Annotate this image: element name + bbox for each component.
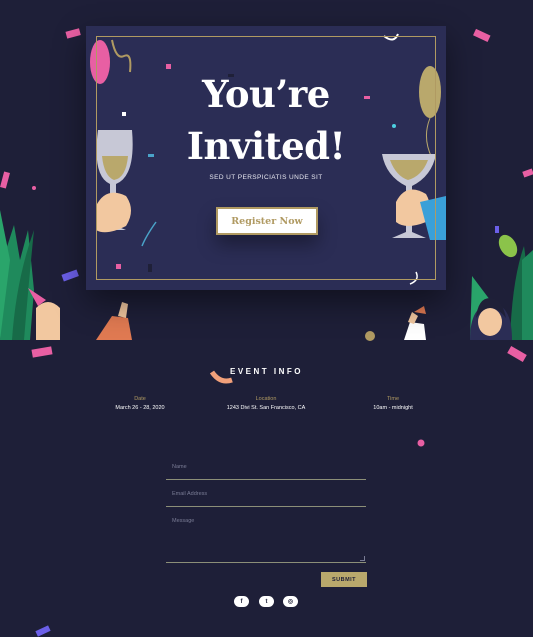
resize-grip-icon[interactable] <box>360 556 365 561</box>
hero-card: You’re Invited! SED UT PERSPICIATIS UNDE… <box>86 26 446 290</box>
hero-subtitle: SED UT PERSPICIATIS UNDE SIT <box>209 174 323 181</box>
instagram-icon[interactable]: ◎ <box>283 596 298 607</box>
email-placeholder: Email Address <box>172 491 208 497</box>
time-label: Time <box>386 396 400 402</box>
register-now-button[interactable]: Register Now <box>216 207 318 235</box>
email-field[interactable]: Email Address <box>166 485 366 507</box>
time-value: 10am - midnight <box>373 405 413 411</box>
message-field[interactable]: Message <box>166 512 366 563</box>
invitation-page: You’re Invited! SED UT PERSPICIATIS UNDE… <box>0 0 533 637</box>
event-info-heading: EVENT INFO <box>229 367 303 376</box>
facebook-icon[interactable]: f <box>234 596 249 607</box>
hero-title-line1: You’re <box>202 72 330 116</box>
name-field[interactable]: Name <box>166 458 366 480</box>
message-placeholder: Message <box>172 518 195 524</box>
twitter-icon[interactable]: t <box>259 596 274 607</box>
name-placeholder: Name <box>172 464 187 470</box>
submit-button[interactable]: SUBMIT <box>321 572 367 587</box>
event-time: Time 10am - midnight <box>318 396 468 411</box>
hero-title-line2: Invited! <box>186 124 346 168</box>
